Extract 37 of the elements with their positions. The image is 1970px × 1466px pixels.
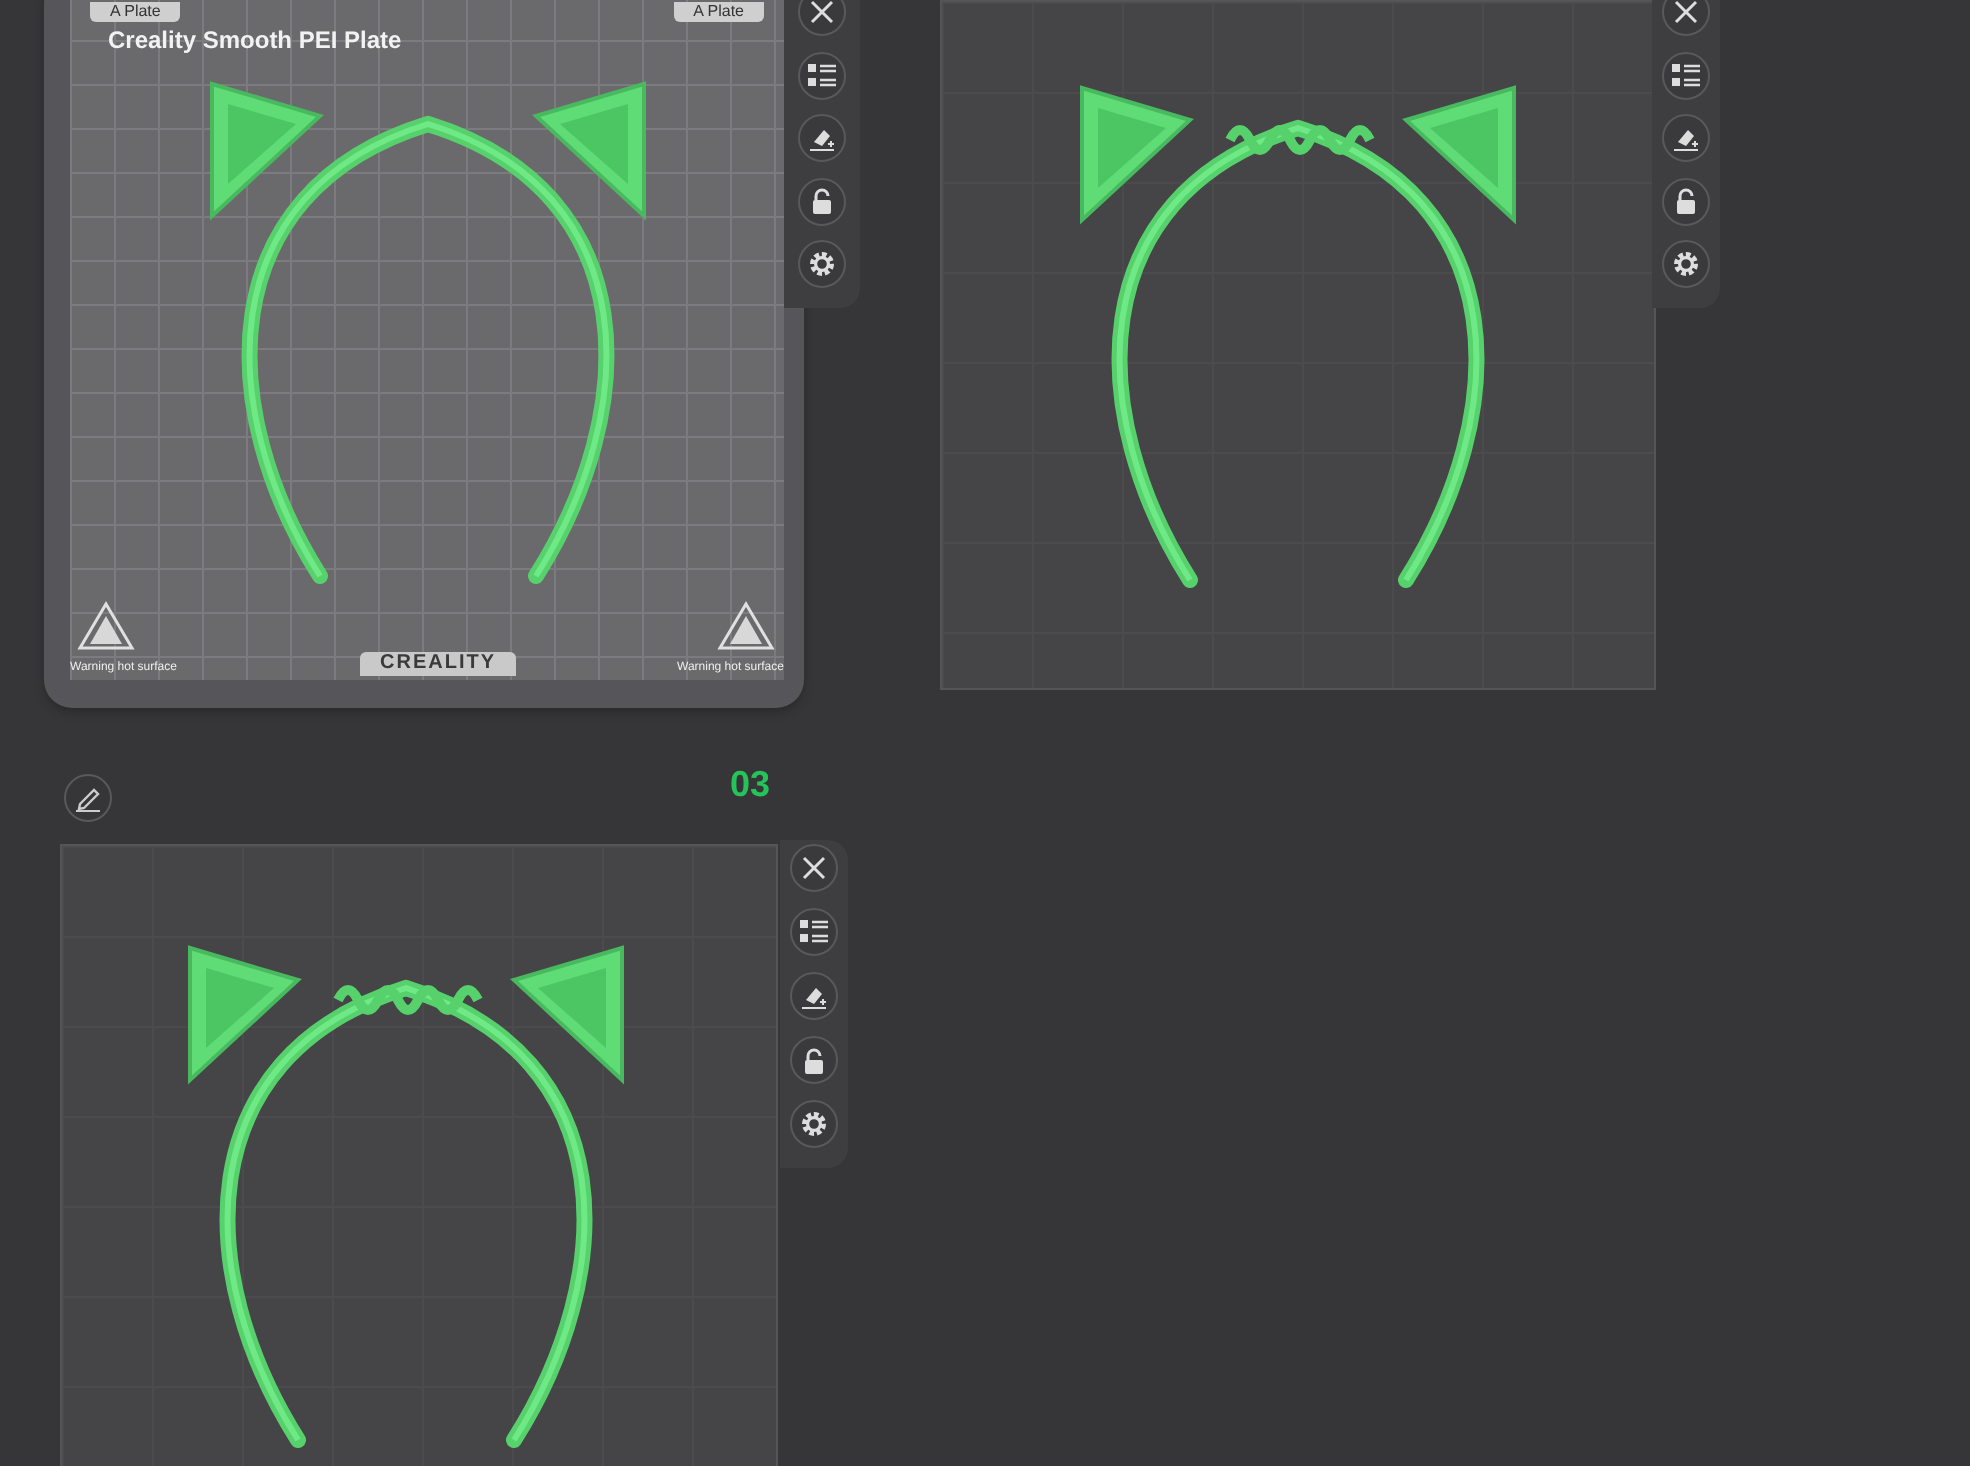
lock-button[interactable] — [1662, 177, 1710, 225]
settings-icon — [800, 1110, 828, 1138]
sheet-name: Creality Smooth PEI Plate — [108, 26, 402, 54]
list-button[interactable] — [1662, 51, 1710, 99]
eraser-icon — [1672, 124, 1700, 152]
edit-button[interactable] — [64, 774, 112, 822]
close-button[interactable] — [798, 0, 846, 36]
list-icon — [1672, 63, 1700, 87]
warning-icon — [716, 600, 776, 652]
padlock-icon — [802, 1047, 826, 1073]
auto-arrange-button[interactable] — [790, 972, 838, 1020]
close-button[interactable] — [790, 844, 838, 892]
brand-label: CREALITY — [360, 652, 516, 676]
close-icon — [1674, 0, 1698, 24]
close-icon — [810, 0, 834, 24]
list-button[interactable] — [798, 51, 846, 99]
settings-icon — [808, 250, 836, 278]
padlock-icon — [810, 188, 834, 214]
lock-button[interactable] — [798, 177, 846, 225]
list-button[interactable] — [790, 908, 838, 956]
auto-arrange-button[interactable] — [1662, 114, 1710, 162]
eraser-icon — [800, 982, 828, 1010]
settings-icon — [1672, 250, 1700, 278]
settings-button[interactable] — [798, 240, 846, 288]
padlock-icon — [1674, 188, 1698, 214]
close-button[interactable] — [1662, 0, 1710, 36]
list-icon — [808, 63, 836, 87]
auto-arrange-button[interactable] — [798, 114, 846, 162]
plate-number: 03 — [730, 764, 771, 806]
close-icon — [802, 856, 826, 880]
eraser-icon — [808, 124, 836, 152]
lock-button[interactable] — [790, 1036, 838, 1084]
pencil-icon — [74, 784, 102, 812]
settings-button[interactable] — [790, 1100, 838, 1148]
settings-button[interactable] — [1662, 240, 1710, 288]
warning-icon — [76, 600, 136, 652]
list-icon — [800, 920, 828, 944]
